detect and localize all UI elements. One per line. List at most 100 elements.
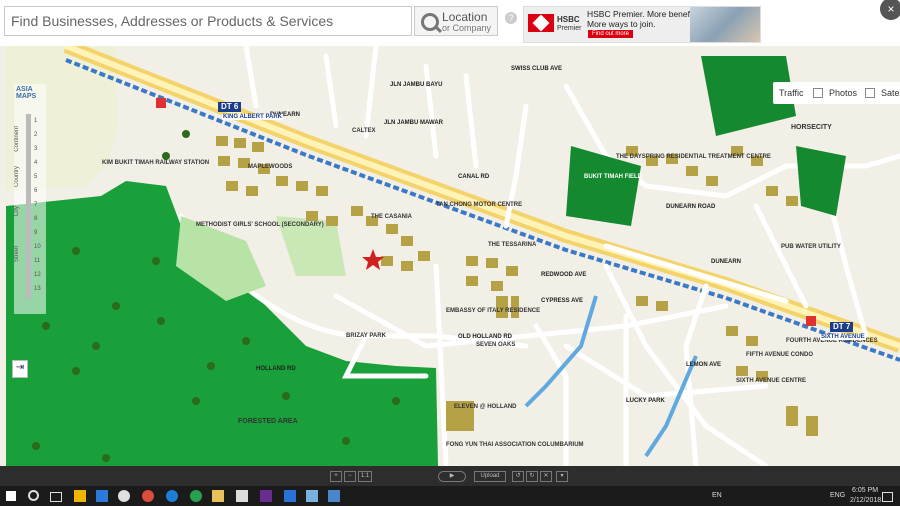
zoom-tick[interactable]: 10 bbox=[34, 244, 41, 250]
satellite-label[interactable]: Satellit bbox=[881, 88, 900, 98]
map-label: FONG YUN THAI ASSOCIATION COLUMBARIUM bbox=[446, 442, 584, 448]
map-label: METHODIST GIRLS' SCHOOL (SECONDARY) bbox=[196, 222, 324, 228]
help-icon[interactable]: ? bbox=[505, 12, 517, 24]
zoom-tick[interactable]: 12 bbox=[34, 272, 41, 278]
map-label: THE TESSARINA bbox=[488, 242, 537, 248]
video-toolbar: + − 1:1 ▶ Upload ↺ ↻ ✕ ▾ bbox=[0, 466, 900, 486]
zoom-level-label: Country bbox=[14, 166, 20, 188]
windows-taskbar: EN ENG 6:05 PM 2/12/2018 bbox=[0, 486, 900, 506]
map-label: JLN JAMBU MAWAR bbox=[384, 120, 444, 126]
zoom-tick[interactable]: 4 bbox=[34, 160, 37, 166]
file-explorer-icon[interactable] bbox=[212, 490, 224, 502]
map-label: FORESTED AREA bbox=[238, 418, 298, 425]
ad-photo bbox=[690, 7, 760, 42]
asia-maps-logo: ASIA MAPS bbox=[16, 86, 37, 100]
collapse-panel-button[interactable]: ⇥ bbox=[12, 360, 28, 378]
clock-time[interactable]: 6:05 PM bbox=[852, 487, 878, 494]
map-label: MAPLEWOODS bbox=[248, 164, 293, 170]
map-layer-toggles: Traffic Photos Satellit bbox=[773, 82, 900, 104]
map-label: BRIZAY PARK bbox=[346, 333, 386, 339]
satellite-checkbox[interactable] bbox=[865, 88, 875, 98]
map-label: BUKIT TIMAH FIELD bbox=[584, 174, 642, 180]
map-label: CYPRESS AVE bbox=[541, 298, 584, 304]
rotate-left-icon[interactable]: ↺ bbox=[512, 471, 524, 482]
map-graphics bbox=[6, 46, 900, 466]
traffic-label[interactable]: Traffic bbox=[779, 88, 804, 98]
ad-brand-sub: Premier bbox=[557, 25, 582, 32]
mrt-station-badge[interactable]: DT 7 bbox=[830, 322, 854, 332]
zoom-in-button[interactable]: + bbox=[330, 471, 342, 482]
map-label: HOLLAND RD bbox=[256, 366, 296, 372]
more-icon[interactable]: ▾ bbox=[556, 471, 568, 482]
photos-label[interactable]: Photos bbox=[829, 88, 857, 98]
map-label: CALTEX bbox=[352, 128, 376, 134]
close-button[interactable]: × bbox=[880, 0, 900, 20]
mail-icon[interactable] bbox=[96, 490, 108, 502]
zoom-tick[interactable]: 7 bbox=[34, 202, 37, 208]
zoom-tick[interactable]: 13 bbox=[34, 286, 41, 292]
input-language[interactable]: ENG bbox=[830, 492, 845, 499]
zoom-tick[interactable]: 6 bbox=[34, 188, 37, 194]
zoom-out-button[interactable]: − bbox=[344, 471, 356, 482]
edge-icon[interactable] bbox=[166, 490, 178, 502]
map-label: ELEVEN @ HOLLAND bbox=[454, 404, 517, 410]
cloud-app-icon[interactable] bbox=[118, 490, 130, 502]
actual-size-button[interactable]: 1:1 bbox=[358, 471, 372, 482]
zoom-tick[interactable]: 1 bbox=[34, 118, 37, 124]
calculator-icon[interactable] bbox=[236, 490, 248, 502]
zoom-tick[interactable]: 3 bbox=[34, 146, 37, 152]
top-bar: Find Businesses, Addresses or Products &… bbox=[0, 0, 900, 46]
clock-date[interactable]: 2/12/2018 bbox=[850, 497, 881, 504]
ad-brand: HSBC bbox=[557, 15, 580, 24]
active-app-icon[interactable] bbox=[328, 490, 340, 502]
search-icon bbox=[421, 13, 439, 31]
map-label: TAN CHONG MOTOR CENTRE bbox=[436, 202, 523, 208]
map-label: KIM BUKIT TIMAH RAILWAY STATION bbox=[102, 160, 210, 166]
task-view-icon[interactable] bbox=[50, 492, 62, 502]
ad-banner[interactable]: HSBC Premier HSBC Premier. More benefits… bbox=[523, 6, 761, 43]
zoom-level-label: City bbox=[14, 206, 20, 217]
mrt-station-badge[interactable]: DT 6 bbox=[218, 102, 242, 112]
play-button[interactable]: ▶ bbox=[438, 471, 466, 482]
notifications-icon[interactable] bbox=[882, 492, 893, 502]
map-label: PUB WATER UTILITY bbox=[781, 244, 841, 250]
photos-checkbox[interactable] bbox=[813, 88, 823, 98]
store-icon[interactable] bbox=[74, 490, 86, 502]
dropbox-icon[interactable] bbox=[284, 490, 296, 502]
map-label: SWISS CLUB AVE bbox=[511, 66, 563, 72]
app-icon[interactable] bbox=[190, 490, 202, 502]
mrt-station-name: SIXTH AVENUE bbox=[820, 334, 866, 340]
map-label: SIXTH AVENUE CENTRE bbox=[736, 378, 807, 384]
map-label: THE CASANIA bbox=[371, 214, 413, 220]
map-label: LUCKY PARK bbox=[626, 398, 665, 404]
input-language-short[interactable]: EN bbox=[712, 492, 722, 499]
upload-button[interactable]: Upload bbox=[474, 471, 506, 482]
rotate-right-icon[interactable]: ↻ bbox=[526, 471, 538, 482]
map-label: EMBASSY OF ITALY RESIDENCE bbox=[446, 308, 541, 314]
zoom-tick[interactable]: 8 bbox=[34, 216, 37, 222]
search-input[interactable]: Find Businesses, Addresses or Products &… bbox=[4, 6, 412, 36]
location-label: Location bbox=[442, 10, 488, 24]
zoom-slider[interactable] bbox=[26, 114, 31, 299]
zoom-tick[interactable]: 2 bbox=[34, 132, 37, 138]
map-label: REDWOOD AVE bbox=[541, 272, 587, 278]
ad-subline: More ways to join. bbox=[587, 19, 656, 29]
location-search-button[interactable]: Location or Company bbox=[414, 6, 498, 36]
zoom-tick[interactable]: 5 bbox=[34, 174, 37, 180]
map-canvas[interactable]: FORESTED AREA BUKIT TIMAH FIELD BRIZAY P… bbox=[6, 46, 900, 466]
delete-icon[interactable]: ✕ bbox=[540, 471, 552, 482]
app-icon[interactable] bbox=[260, 490, 272, 502]
map-label: LEMON AVE bbox=[686, 362, 722, 368]
zoom-tick[interactable]: 11 bbox=[34, 258, 40, 264]
zoom-level-label: Street bbox=[14, 246, 20, 263]
search-icon[interactable] bbox=[28, 490, 39, 501]
hsbc-logo-icon bbox=[528, 14, 554, 32]
windows-start-icon[interactable] bbox=[6, 491, 16, 501]
chrome-icon[interactable] bbox=[142, 490, 154, 502]
map-label: SEVEN OAKS bbox=[476, 342, 516, 348]
map-label: DUNEARN bbox=[711, 259, 741, 265]
zoom-tick[interactable]: 9 bbox=[34, 230, 37, 236]
location-star-marker bbox=[362, 249, 384, 270]
app-icon[interactable] bbox=[306, 490, 318, 502]
ad-cta-button[interactable]: Find out more bbox=[588, 30, 634, 38]
